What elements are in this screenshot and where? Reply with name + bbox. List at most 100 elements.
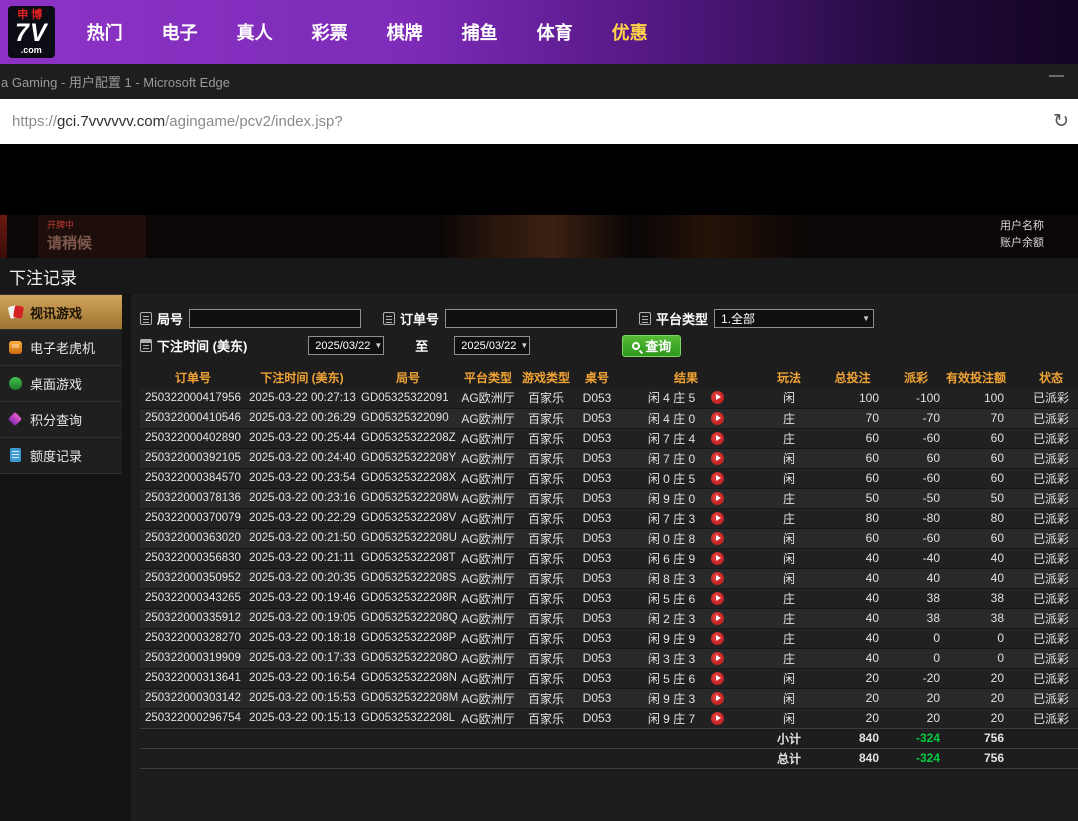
subtotal-row: 小计 840 -324 756 [140, 728, 1078, 748]
date-to-select[interactable]: 2025/03/22 ▼ [454, 336, 530, 355]
replay-icon[interactable] [711, 432, 724, 445]
url-input[interactable]: https://gci.7vvvvvv.com/agingame/pcv2/in… [12, 113, 343, 130]
cell-total-bet: 50 [826, 488, 892, 508]
cell-time: 2025-03-22 00:23:54 [246, 468, 358, 488]
cell-valid-bet: 80 [946, 508, 1024, 528]
cell-round: GD05325322208W [358, 488, 458, 508]
replay-icon[interactable] [711, 472, 724, 485]
cell-game: 百家乐 [518, 448, 574, 468]
minimize-icon[interactable]: — [1049, 67, 1064, 84]
cell-game: 百家乐 [518, 528, 574, 548]
sidebar-item-label: 积分查询 [30, 410, 82, 429]
cell-result: 闲 7 庄 0 [620, 448, 752, 468]
cell-result: 闲 5 庄 6 [620, 668, 752, 688]
column-header: 游戏类型 [518, 367, 574, 388]
column-header: 局号 [358, 367, 458, 388]
blank-area [0, 144, 1078, 215]
cell-game: 百家乐 [518, 648, 574, 668]
subtotal-valid: 756 [946, 728, 1024, 748]
chevron-down-icon: ▼ [862, 314, 870, 323]
cell-play: 闲 [752, 668, 826, 688]
filter-row-2: 下注时间 (美东) 2025/03/22 ▼ 至 2025/03/22 ▼ [140, 332, 1078, 359]
cell-result: 闲 7 庄 3 [620, 508, 752, 528]
date-from-select[interactable]: 2025/03/22 ▼ [308, 336, 384, 355]
replay-icon[interactable] [711, 552, 724, 565]
nav-item[interactable]: 热门 [87, 19, 123, 45]
total-bet: 840 [826, 748, 892, 768]
cell-play: 庄 [752, 408, 826, 428]
points-query-icon [7, 412, 24, 427]
nav-item[interactable]: 电子 [162, 19, 198, 45]
cell-valid-bet: 60 [946, 428, 1024, 448]
round-input[interactable] [189, 309, 361, 328]
table-row: 2503220003282702025-03-22 00:18:18GD0532… [140, 628, 1078, 648]
nav-item[interactable]: 优惠 [612, 19, 648, 45]
sidebar-item[interactable]: 桌面游戏 [0, 366, 122, 402]
nav-item[interactable]: 彩票 [312, 19, 348, 45]
replay-icon[interactable] [711, 572, 724, 585]
cell-platform: AG欧洲厅 [458, 548, 518, 568]
document-icon [383, 312, 395, 325]
cell-order: 250322000417956 [140, 388, 246, 408]
cell-table_no: D053 [574, 668, 620, 688]
site-logo[interactable]: 申博 7V .com [8, 6, 55, 58]
cell-payout: -20 [892, 668, 946, 688]
status-badge: 已派彩 [1024, 608, 1078, 628]
cell-game: 百家乐 [518, 568, 574, 588]
sidebar-item[interactable]: 额度记录 [0, 438, 122, 474]
nav-item[interactable]: 真人 [237, 19, 273, 45]
cell-time: 2025-03-22 00:20:35 [246, 568, 358, 588]
column-header: 平台类型 [458, 367, 518, 388]
sidebar-item[interactable]: 积分查询 [0, 402, 122, 438]
replay-icon[interactable] [711, 412, 724, 425]
nav-item[interactable]: 捕鱼 [462, 19, 498, 45]
status-badge: 已派彩 [1024, 448, 1078, 468]
replay-icon[interactable] [711, 452, 724, 465]
sidebar-item[interactable]: 电子老虎机 [0, 330, 122, 366]
cell-order: 250322000378136 [140, 488, 246, 508]
cell-table_no: D053 [574, 568, 620, 588]
screen: 申博 7V .com 热门电子真人彩票棋牌捕鱼体育优惠 a Gaming - 用… [0, 0, 1078, 821]
replay-icon[interactable] [711, 492, 724, 505]
cell-play: 闲 [752, 528, 826, 548]
replay-icon[interactable] [711, 672, 724, 685]
platform-select[interactable]: 1.全部 ▼ [714, 309, 874, 328]
cell-table_no: D053 [574, 428, 620, 448]
cell-payout: -50 [892, 488, 946, 508]
cell-play: 庄 [752, 588, 826, 608]
replay-icon[interactable] [711, 592, 724, 605]
sidebar-item-label: 桌面游戏 [30, 374, 82, 393]
cell-result: 闲 9 庄 7 [620, 708, 752, 728]
cell-time: 2025-03-22 00:21:50 [246, 528, 358, 548]
sidebar-item-label: 视讯游戏 [30, 303, 82, 322]
replay-icon[interactable] [711, 512, 724, 525]
cell-platform: AG欧洲厅 [458, 608, 518, 628]
url-scheme: https:// [12, 113, 57, 130]
cell-play: 闲 [752, 708, 826, 728]
cell-play: 庄 [752, 428, 826, 448]
status-badge: 已派彩 [1024, 588, 1078, 608]
sidebar-item[interactable]: 视讯游戏 [0, 294, 122, 330]
nav-item[interactable]: 棋牌 [387, 19, 423, 45]
cell-total-bet: 60 [826, 428, 892, 448]
replay-icon[interactable] [711, 712, 724, 725]
refresh-icon[interactable]: ↻ [1053, 110, 1069, 133]
cell-payout: -60 [892, 428, 946, 448]
magnifier-icon [632, 342, 640, 350]
replay-icon[interactable] [711, 632, 724, 645]
cell-time: 2025-03-22 00:17:33 [246, 648, 358, 668]
chevron-down-icon: ▼ [374, 341, 382, 350]
result-text: 闲 2 庄 3 [648, 610, 695, 627]
replay-icon[interactable] [711, 612, 724, 625]
replay-icon[interactable] [711, 652, 724, 665]
replay-icon[interactable] [711, 532, 724, 545]
nav-item[interactable]: 体育 [537, 19, 573, 45]
search-button[interactable]: 查询 [622, 335, 681, 357]
order-input[interactable] [445, 309, 617, 328]
replay-icon[interactable] [711, 391, 724, 404]
status-badge: 已派彩 [1024, 388, 1078, 408]
status-badge: 已派彩 [1024, 688, 1078, 708]
cell-payout: 20 [892, 708, 946, 728]
replay-icon[interactable] [711, 692, 724, 705]
cell-round: GD05325322208L [358, 708, 458, 728]
